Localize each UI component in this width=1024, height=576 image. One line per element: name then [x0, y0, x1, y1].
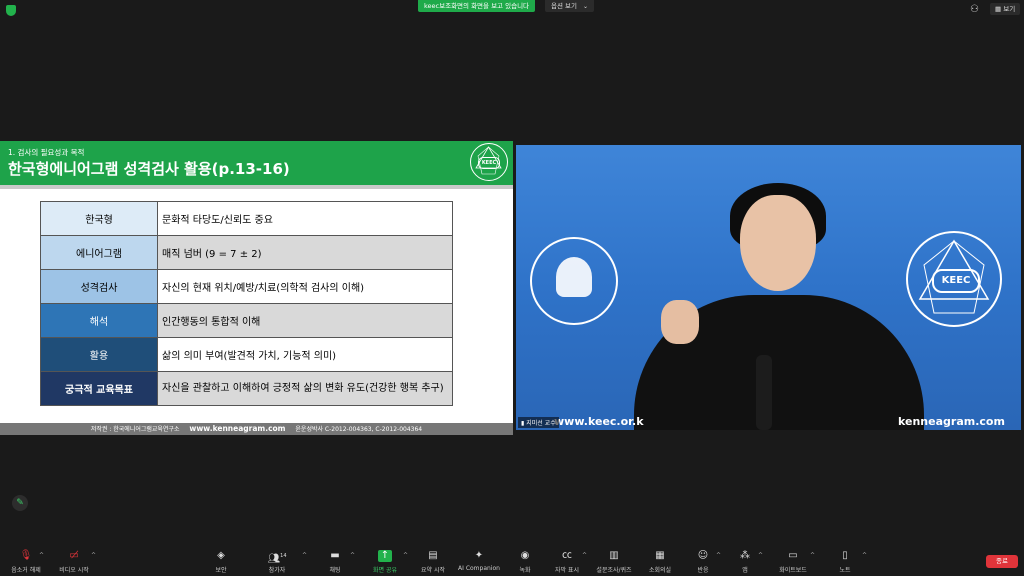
table-key: 궁극적 교육목표: [40, 371, 158, 406]
whiteboard-label: 화이트보드: [779, 567, 807, 574]
slide-subtitle: 1. 검사의 필요성과 목적: [8, 148, 85, 157]
presenter-hand: [661, 300, 699, 344]
table-value: 매직 넘버 (9 = 7 ± 2): [157, 235, 453, 270]
participants-label: 참가자: [268, 567, 286, 574]
shield-icon[interactable]: [6, 5, 16, 16]
slide-table: 한국형 문화적 타당도/신뢰도 중요 에니어그램 매직 넘버 (9 = 7 ± 2)…: [40, 201, 453, 406]
start-video-label: 비디오 시작: [59, 567, 89, 574]
table-key: 한국형: [40, 201, 158, 236]
table-value: 삶의 의미 부여(발견적 가치, 기능적 의미): [157, 337, 453, 372]
table-key: 에니어그램: [40, 235, 158, 270]
security-label: 보안: [215, 567, 227, 574]
table-row: 성격검사 자신의 현재 위치/예방/치료(의학적 검사의 이해): [40, 269, 453, 304]
keec-logo-text: KEEC: [478, 157, 500, 169]
chevron-up-icon[interactable]: ^: [862, 552, 867, 559]
pencil-icon[interactable]: ✎: [12, 495, 28, 511]
footer-registration: 윤운성박사 C-2012-004363, C-2012-004364: [295, 426, 423, 433]
participant-video[interactable]: KEEC www.keec.or.k kenneagram.com ▮ 지미선 …: [516, 145, 1021, 430]
keec-logo: KEEC: [470, 143, 508, 181]
participant-name: 지미선 교수: [526, 420, 556, 427]
table-value: 인간행동의 통합적 이해: [157, 303, 453, 338]
backdrop-url-right: kenneagram.com: [898, 415, 1005, 428]
view-button-label: 보기: [1003, 5, 1016, 13]
keec-logo: KEEC: [906, 231, 1002, 327]
table-key: 활용: [40, 337, 158, 372]
slide-divider: [0, 185, 513, 189]
person-icon[interactable]: ⚇: [970, 4, 979, 15]
shared-screen-slide: 1. 검사의 필요성과 목적 한국형에니어그램 성격검사 활용(p.13-16)…: [0, 141, 513, 435]
table-row: 활용 삶의 의미 부여(발견적 가치, 기능적 의미): [40, 337, 453, 372]
participant-name-tag: ▮ 지미선 교수: [518, 417, 559, 428]
keec-logo-text: KEEC: [932, 269, 980, 293]
table-row: 궁극적 교육목표 자신을 관찰하고 이해하여 긍정적 삶의 변화 유도(건강한 행…: [40, 371, 453, 406]
view-options-button[interactable]: 옵션 보기 ⌄: [545, 0, 595, 12]
table-value: 문화적 타당도/신뢰도 중요: [157, 201, 453, 236]
leave-button[interactable]: 종료: [986, 555, 1018, 568]
chevron-up-icon[interactable]: ^: [810, 552, 815, 559]
shield-icon: ◈: [217, 550, 225, 561]
microphone: [756, 355, 772, 430]
slide-footer: 저작권 : 한국에니어그램교육연구소 www.kenneagram.com 윤운…: [0, 423, 513, 435]
table-row: 한국형 문화적 타당도/신뢰도 중요: [40, 201, 453, 236]
footer-url: www.kenneagram.com: [189, 424, 286, 433]
slide-title: 한국형에니어그램 성격검사 활용(p.13-16): [8, 160, 290, 178]
notes-label: 노트: [839, 567, 851, 574]
presenter-face: [740, 195, 816, 291]
share-arrow-icon: ↑: [378, 550, 392, 562]
chat-label: 채팅: [329, 567, 341, 574]
view-button[interactable]: ▦ 보기: [990, 3, 1021, 15]
security-button[interactable]: ◈ 보안: [193, 550, 249, 574]
chevron-up-icon[interactable]: ^: [39, 552, 44, 559]
table-value: 자신의 현재 위치/예방/치료(의학적 검사의 이해): [157, 269, 453, 304]
table-row: 해석 인간행동의 통합적 이해: [40, 303, 453, 338]
backdrop-url-left: www.keec.or.k: [554, 415, 644, 428]
table-key: 성격검사: [40, 269, 158, 304]
participants-button[interactable]: 👥︎14 참가자: [249, 550, 305, 574]
chevron-up-icon[interactable]: ^: [758, 552, 763, 559]
table-value: 자신을 관찰하고 이해하여 긍정적 삶의 변화 유도(건강한 행복 추구): [157, 371, 453, 406]
people-icon: 👥︎14: [267, 553, 287, 565]
tree-icon: [556, 257, 592, 297]
slide-header: 1. 검사의 필요성과 목적 한국형에니어그램 성격검사 활용(p.13-16)…: [0, 141, 513, 185]
chevron-down-icon: ⌄: [583, 3, 589, 10]
chevron-up-icon[interactable]: ^: [350, 552, 355, 559]
share-status-banner: keec보조화면의 화면을 보고 있습니다: [418, 0, 536, 12]
meeting-toolbar: 🎙︎ 음소거 해제 ^ ▭̸ 비디오 시작 ^ ◈ 보안 👥︎14 참가자 ^ ▬ 채팅 …: [0, 546, 1024, 576]
institute-tree-logo: [530, 237, 618, 325]
view-options-label: 옵션 보기: [551, 2, 577, 10]
footer-copyright: 저작권 : 한국에니어그램교육연구소: [90, 426, 180, 433]
table-row: 에니어그램 매직 넘버 (9 = 7 ± 2): [40, 235, 453, 270]
table-key: 해석: [40, 303, 158, 338]
chevron-up-icon[interactable]: ^: [91, 552, 96, 559]
grid-icon: ▦: [995, 5, 1004, 13]
participants-count: 14: [280, 553, 287, 559]
